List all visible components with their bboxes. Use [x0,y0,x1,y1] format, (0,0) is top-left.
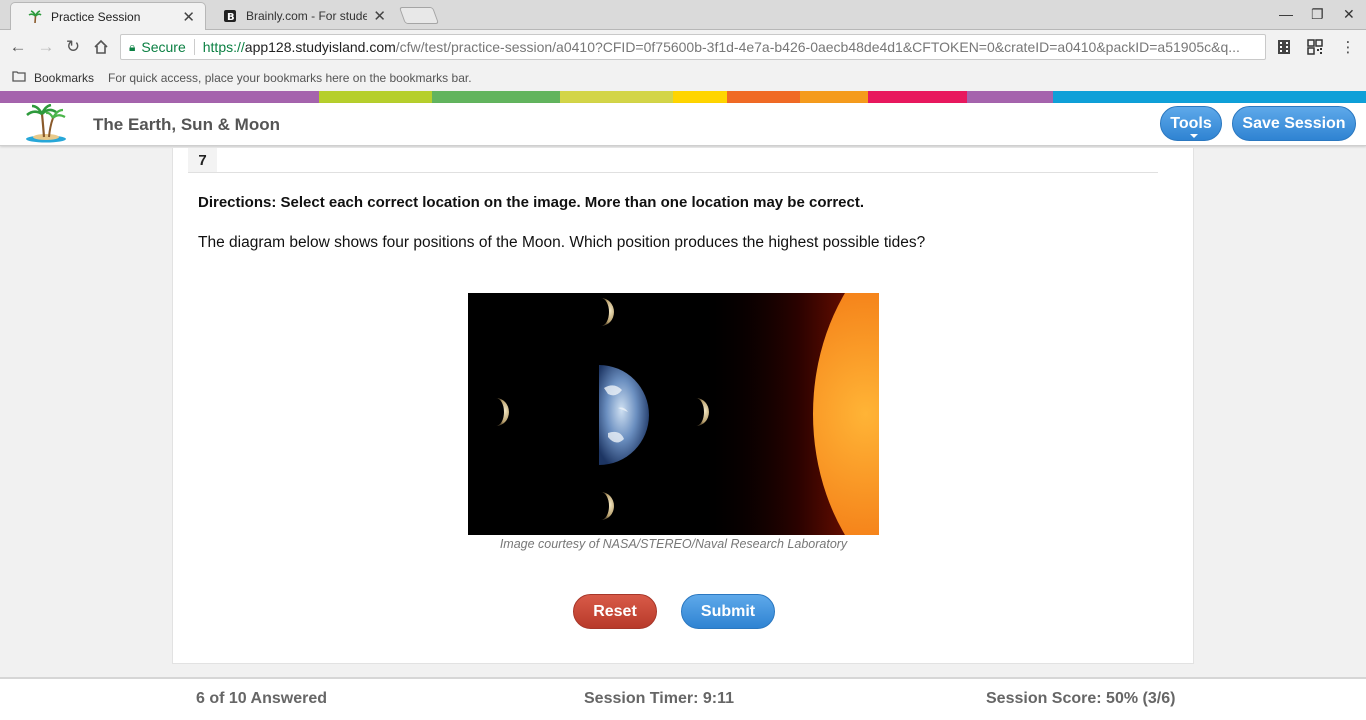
question-card: 7 Directions: Select each correct locati… [172,148,1194,664]
stripe-segment [800,91,868,103]
stripe-segment [967,91,1053,103]
question-number: 7 [188,148,217,172]
menu-icon[interactable]: ⋮ [1339,38,1357,56]
stripe-segment [673,91,727,103]
secure-label: Secure [141,39,186,55]
tab-title: Practice Session [51,9,141,24]
app-header: The Earth, Sun & Moon Tools Save Session [0,103,1366,146]
svg-text:B: B [227,12,235,23]
film-extension-icon[interactable] [1275,38,1293,56]
bookmarks-folder[interactable]: Bookmarks [34,71,94,85]
stripe-segment [432,91,560,103]
browser-tab-strip: Practice Session ✕ B Brainly.com - For s… [0,0,1366,30]
stripe-segment [1053,91,1366,103]
minimize-icon[interactable]: — [1279,6,1293,22]
bookmarks-hint: For quick access, place your bookmarks h… [108,70,472,85]
close-icon[interactable]: ✕ [182,8,195,26]
earth-sun-moon-hotspot-image[interactable] [468,293,879,535]
question-divider [188,172,1158,173]
lock-icon: 🔒︎ [129,39,136,54]
close-icon[interactable]: ✕ [373,7,386,25]
save-session-label: Save Session [1242,114,1346,132]
stripe-segment [560,91,673,103]
qr-code-icon[interactable] [1306,38,1324,56]
tab-practice-session[interactable]: Practice Session ✕ [10,2,206,30]
url-scheme: https:// [202,39,245,55]
image-caption: Image courtesy of NASA/STEREO/Naval Rese… [499,537,848,551]
stripe-segment [319,91,432,103]
new-tab-button[interactable] [398,7,440,24]
tools-button[interactable]: Tools [1160,106,1222,141]
palm-tree-icon [27,9,43,25]
reload-icon[interactable]: ↻ [62,36,84,58]
question-prompt: The diagram below shows four positions o… [198,234,926,251]
url-path: /cfw/test/practice-session/a0410?CFID=0f… [395,39,1240,55]
forward-icon[interactable]: → [35,36,57,58]
omnibox-separator [193,39,195,55]
brainly-icon: B [222,8,238,24]
address-bar[interactable]: 🔒︎ Secure https:// app128.studyisland.co… [120,34,1266,60]
folder-icon [12,70,26,85]
browser-toolbar: ← → ↻ 🔒︎ Secure https:// app128.studyisl… [0,30,1366,64]
session-score: Session Score: 50% (3/6) [986,690,1176,707]
restore-icon[interactable]: ❐ [1311,6,1324,23]
page-title: The Earth, Sun & Moon [93,115,280,134]
chevron-down-icon [1190,134,1198,138]
submit-label: Submit [700,602,756,620]
save-session-button[interactable]: Save Session [1232,106,1356,141]
stripe-segment [0,91,319,103]
url-host: app128.studyisland.com [244,39,396,55]
back-icon[interactable]: ← [7,36,29,58]
home-icon[interactable] [90,36,112,58]
study-island-logo [22,103,70,144]
reset-label: Reset [593,602,637,620]
brand-color-stripe [0,91,1366,103]
window-close-icon[interactable]: ✕ [1343,6,1355,23]
session-footer: 6 of 10 Answered Session Timer: 9:11 Ses… [0,677,1366,720]
stripe-segment [868,91,967,103]
reset-button[interactable]: Reset [573,594,657,629]
submit-button[interactable]: Submit [681,594,775,629]
tab-brainly[interactable]: B Brainly.com - For studen ✕ [206,2,396,30]
session-timer: Session Timer: 9:11 [584,690,734,707]
stripe-segment [727,91,800,103]
tools-label: Tools [1170,114,1212,132]
directions-text: Directions: Select each correct location… [198,194,865,211]
tab-title: Brainly.com - For studen [246,9,368,23]
answered-count: 6 of 10 Answered [196,690,328,707]
bookmarks-bar: Bookmarks For quick access, place your b… [0,64,1366,91]
